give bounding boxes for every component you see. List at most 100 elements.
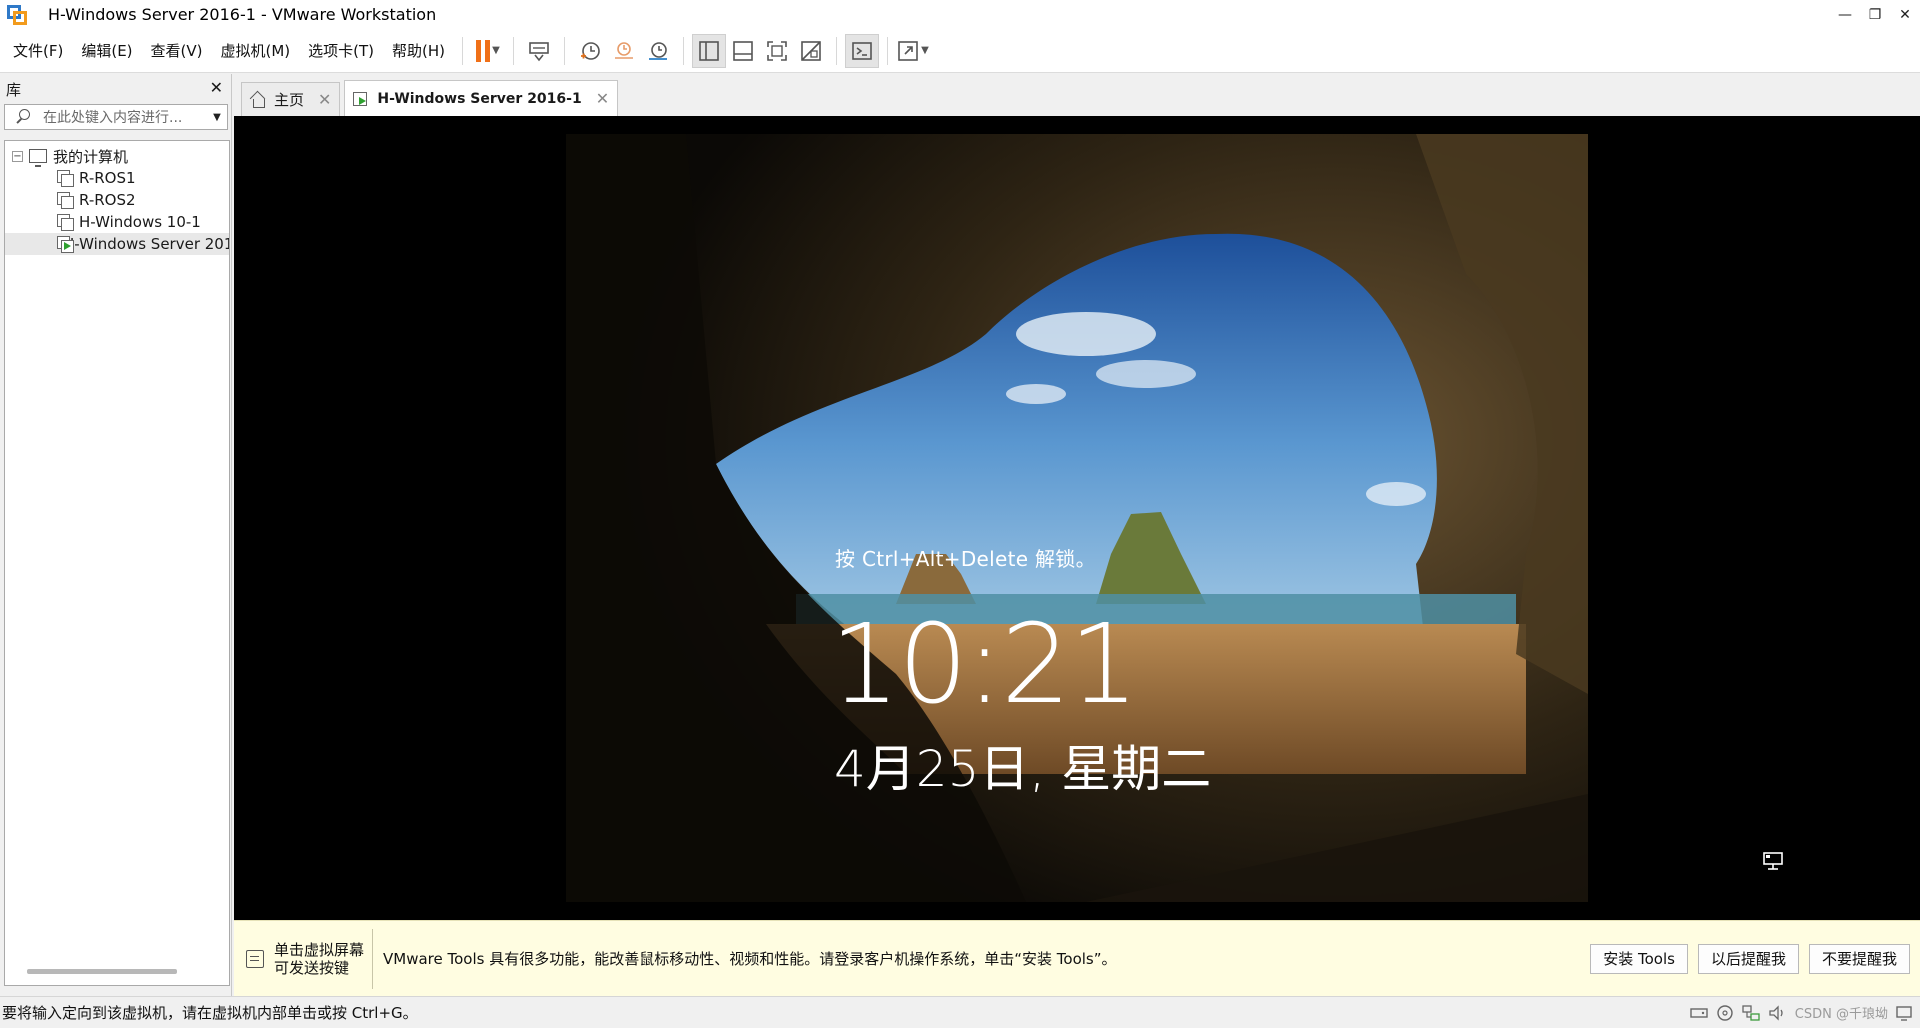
lock-screen-hint: 按 Ctrl+Alt+Delete 解锁。 <box>835 547 1096 571</box>
toolbar-separator <box>836 36 838 65</box>
hint-line-1: 单击虚拟屏幕 <box>274 940 365 959</box>
restore-button[interactable]: ❐ <box>1860 0 1890 29</box>
chevron-down-icon[interactable]: ▼ <box>207 112 227 123</box>
click-to-send-keys-hint: 单击虚拟屏幕 可发送按键 <box>234 928 374 989</box>
vmware-tools-message: VMware Tools 具有很多功能，能改善鼠标移动性、视频和性能。请登录客户… <box>383 950 1117 968</box>
vm-console[interactable]: 按 Ctrl+Alt+Delete 解锁。 10:21 4月25日, 星期二 <box>234 116 1920 920</box>
tree-item-label: R-ROS1 <box>79 169 136 187</box>
menu-edit[interactable]: 编辑(E) <box>72 29 141 73</box>
vm-running-icon <box>353 91 369 107</box>
sound-icon[interactable] <box>1767 1004 1787 1022</box>
device-status-icons: CSDN @千琅坳 <box>1689 1003 1914 1022</box>
network-icon[interactable] <box>1762 850 1786 872</box>
chevron-down-icon[interactable]: ▼ <box>492 45 500 56</box>
dont-remind-button[interactable]: 不要提醒我 <box>1808 943 1910 974</box>
computer-icon <box>29 149 47 167</box>
tree-item-label: 我的计算机 <box>53 147 129 166</box>
snapshot-revert-icon <box>615 41 634 59</box>
tab-label: H-Windows Server 2016-1 <box>377 90 582 107</box>
status-bar: 要将输入定向到该虚拟机，请在虚拟机内部单击或按 Ctrl+G。 CSDN @千琅… <box>0 996 1920 1028</box>
tree-item-vm[interactable]: R-ROS1 <box>5 167 229 189</box>
tree-item-label: H-Windows Server 2016-1 <box>63 235 229 253</box>
lock-screen-date: 4月25日, 星期二 <box>834 740 1212 798</box>
keyboard-icon <box>246 949 264 968</box>
collapse-icon[interactable]: − <box>12 150 23 162</box>
install-tools-button[interactable]: 安装 Tools <box>1590 943 1688 974</box>
stretch-icon <box>898 40 918 61</box>
menu-toolbar: 文件(F) 编辑(E) 查看(V) 虚拟机(M) 选项卡(T) 帮助(H) ▼ … <box>0 29 1920 73</box>
show-thumbnail-icon <box>733 40 753 61</box>
network-adapter-icon[interactable] <box>1741 1004 1761 1022</box>
window-controls: — ❐ ✕ <box>1830 0 1920 29</box>
horizontal-scrollbar[interactable] <box>27 969 177 974</box>
vmware-tools-infobar: 单击虚拟屏幕 可发送按键 VMware Tools 具有很多功能，能改善鼠标移动… <box>234 920 1920 996</box>
show-library-button[interactable] <box>692 33 727 68</box>
menu-help[interactable]: 帮助(H) <box>383 29 454 73</box>
show-library-icon <box>699 40 719 61</box>
vm-icon <box>57 192 74 209</box>
tree-item-vm-selected[interactable]: H-Windows Server 2016-1 <box>5 233 229 255</box>
toolbar-separator <box>564 36 566 65</box>
vm-icon <box>57 170 74 187</box>
snapshot-take-icon <box>581 41 600 60</box>
tab-strip: 主页 ✕ H-Windows Server 2016-1 ✕ <box>233 74 1920 116</box>
tree-item-vm[interactable]: R-ROS2 <box>5 189 229 211</box>
menu-file[interactable]: 文件(F) <box>4 29 72 73</box>
library-close-button[interactable]: ✕ <box>210 78 223 97</box>
fullscreen-button[interactable] <box>760 34 794 68</box>
search-icon <box>13 107 33 127</box>
tab-close-button[interactable]: ✕ <box>596 89 609 108</box>
close-button[interactable]: ✕ <box>1890 0 1920 29</box>
home-icon <box>250 92 266 108</box>
unity-button[interactable] <box>794 34 828 68</box>
display-icon[interactable] <box>1894 1004 1914 1022</box>
minimize-button[interactable]: — <box>1830 0 1860 29</box>
chevron-down-icon[interactable]: ▼ <box>921 45 929 56</box>
tree-item-my-computer[interactable]: − 我的计算机 <box>5 145 229 167</box>
remind-later-button[interactable]: 以后提醒我 <box>1697 943 1799 974</box>
vm-icon <box>57 214 74 231</box>
toolbar-separator <box>887 36 889 65</box>
send-ctrl-alt-del-icon <box>529 41 549 61</box>
library-header: 库 ✕ <box>0 74 231 104</box>
tab-label: 主页 <box>274 91 305 109</box>
search-placeholder: 在此处键入内容进行... <box>43 110 183 126</box>
pause-button[interactable]: ▼ <box>471 34 505 68</box>
snapshot-revert-button[interactable] <box>607 34 641 68</box>
tab-vm[interactable]: H-Windows Server 2016-1 ✕ <box>344 80 619 116</box>
tree-item-vm[interactable]: H-Windows 10-1 <box>5 211 229 233</box>
console-icon <box>852 41 872 60</box>
console-view-button[interactable] <box>845 33 880 68</box>
tab-home[interactable]: 主页 ✕ <box>241 82 341 116</box>
stretch-button[interactable]: ▼ <box>896 34 930 68</box>
library-title: 库 <box>6 80 22 99</box>
send-ctrl-alt-del-button[interactable] <box>522 34 556 68</box>
snapshot-take-button[interactable] <box>573 34 607 68</box>
snapshot-manager-icon <box>649 41 668 60</box>
menu-vm[interactable]: 虚拟机(M) <box>212 29 300 73</box>
library-search-input[interactable]: 在此处键入内容进行... ▼ <box>4 104 228 130</box>
toolbar-separator <box>462 36 464 65</box>
library-tree: − 我的计算机 R-ROS1 R-ROS2 H-Windows 10-1 H-W… <box>4 140 230 986</box>
watermark-text: CSDN @千琅坳 <box>1794 1007 1888 1022</box>
library-panel: 库 ✕ 在此处键入内容进行... ▼ − 我的计算机 R-ROS1 R-ROS2… <box>0 74 232 996</box>
tree-item-label: H-Windows 10-1 <box>79 213 201 231</box>
window-title: H-Windows Server 2016-1 - VMware Worksta… <box>48 5 437 24</box>
status-text: 要将输入定向到该虚拟机，请在虚拟机内部单击或按 Ctrl+G。 <box>2 1004 418 1022</box>
toolbar-separator <box>683 36 685 65</box>
pause-icon <box>476 39 491 62</box>
menu-view[interactable]: 查看(V) <box>142 29 212 73</box>
title-bar: H-Windows Server 2016-1 - VMware Worksta… <box>0 0 1920 29</box>
tree-item-label: R-ROS2 <box>79 191 136 209</box>
snapshot-manager-button[interactable] <box>641 34 675 68</box>
lock-screen-time: 10:21 <box>830 600 1139 728</box>
toolbar-separator <box>513 36 515 65</box>
tab-close-button[interactable]: ✕ <box>318 90 331 109</box>
fullscreen-icon <box>767 40 787 61</box>
hint-line-2: 可发送按键 <box>274 958 350 977</box>
vmware-logo-icon <box>6 4 28 26</box>
hard-disk-icon[interactable] <box>1689 1004 1709 1022</box>
cd-drive-icon[interactable] <box>1715 1004 1735 1022</box>
menu-tabs[interactable]: 选项卡(T) <box>299 29 383 73</box>
show-thumbnail-button[interactable] <box>726 34 760 68</box>
